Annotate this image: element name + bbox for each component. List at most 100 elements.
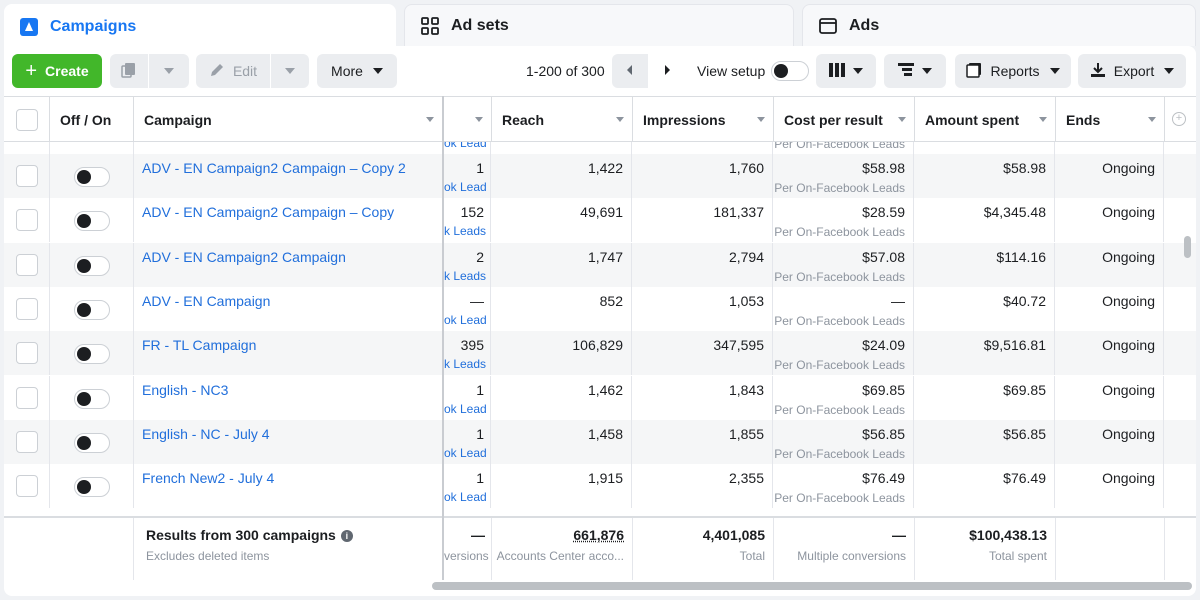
results-sub-link[interactable]: ok Lead (444, 446, 487, 460)
summary-impressions: 4,401,085 (702, 527, 765, 543)
column-header-cost-per-result[interactable]: Cost per result (774, 97, 915, 142)
campaign-toggle[interactable] (74, 167, 110, 187)
summary-cpr-cell: — Multiple conversions (774, 518, 915, 580)
reports-icon (966, 62, 982, 81)
info-icon[interactable]: i (340, 530, 353, 542)
results-sub-link[interactable]: k Leads (444, 357, 486, 371)
results-value: — (470, 292, 484, 309)
campaign-name-link[interactable]: ADV - EN Campaign2 Campaign – Copy (134, 198, 443, 242)
duplicate-button[interactable] (110, 54, 148, 88)
cost-per-result-cell: $24.09 Per On-Facebook Leads (774, 331, 914, 376)
select-all-checkbox[interactable] (15, 108, 38, 131)
results-sub-link[interactable]: k Leads (444, 269, 486, 283)
summary-reach[interactable]: 661,876 (492, 527, 624, 543)
create-button[interactable]: + Create (12, 54, 102, 88)
reach-value: 106,829 (492, 331, 632, 376)
row-checkbox[interactable] (15, 165, 38, 187)
campaign-name-link[interactable]: ADV - EN Campaign2 Campaign (134, 243, 443, 287)
summary-title: Results from 300 campaigns (146, 527, 336, 543)
chevron-down-icon (285, 68, 295, 74)
campaign-toggle[interactable] (74, 299, 110, 320)
row-checkbox[interactable] (15, 297, 38, 320)
toggle-knob (77, 258, 91, 273)
results-value: 1 (476, 160, 484, 176)
campaign-toggle[interactable] (74, 432, 110, 453)
campaign-toggle[interactable] (74, 344, 110, 365)
tab-ad-sets[interactable]: Ad sets (404, 4, 794, 46)
campaign-name-link[interactable]: English - NC3 (134, 376, 443, 420)
results-value: 395 (460, 337, 484, 354)
impressions-value: 181,337 (633, 198, 773, 243)
results-sub-link[interactable]: ok Lead (444, 402, 487, 416)
campaign-toggle[interactable] (74, 255, 110, 276)
campaign-toggle[interactable] (74, 388, 110, 409)
column-header-label: Ends (1066, 111, 1101, 128)
campaign-name-link[interactable]: English - NC - July 4 (134, 420, 443, 464)
cost-per-result-cell: $58.98 Per On-Facebook Leads (774, 154, 914, 198)
cpr-sub-label: Per On-Facebook Leads (774, 358, 905, 373)
reports-button[interactable]: Reports (955, 54, 1071, 88)
columns-button[interactable] (816, 54, 876, 88)
edit-button[interactable]: Edit (196, 54, 270, 88)
cpr-value: $56.85 (862, 425, 905, 442)
table-row: English - NC3 1 ok Lead 1,462 1,843 $69.85 Per… (4, 375, 1196, 420)
edit-dropdown-button[interactable] (271, 54, 309, 88)
results-cell: 1 ok Lead (444, 464, 491, 509)
reach-value: 1,458 (492, 419, 632, 464)
campaign-name-link[interactable]: ADV - EN Campaign2 Campaign – Copy 2 (134, 154, 443, 198)
campaign-name-link[interactable]: French New2 - July 4 (134, 464, 443, 508)
row-checkbox[interactable] (15, 475, 38, 498)
summary-cpr-sub: Multiple conversions (797, 549, 906, 563)
duplicate-dropdown-button[interactable] (149, 54, 189, 88)
impressions-value: 347,595 (633, 331, 773, 376)
reach-value: 1,747 (492, 242, 632, 287)
results-sub-link[interactable]: ok Lead (444, 313, 487, 327)
chevron-down-icon (757, 117, 765, 122)
previous-page-button[interactable] (612, 54, 648, 88)
amount-spent-value: $56.85 (915, 419, 1055, 464)
chevron-down-icon (616, 117, 624, 122)
tab-campaigns[interactable]: Campaigns (4, 4, 396, 50)
results-value: 2 (476, 248, 484, 265)
view-setup-toggle[interactable] (771, 61, 809, 81)
toggle-knob (77, 435, 91, 450)
results-value: 1 (476, 425, 484, 442)
column-header-off-on[interactable]: Off / On (50, 97, 134, 142)
reports-label: Reports (990, 63, 1040, 79)
row-checkbox[interactable] (15, 430, 38, 453)
more-button[interactable]: More (317, 54, 397, 88)
column-header-results[interactable] (444, 97, 492, 142)
campaign-toggle[interactable] (74, 477, 110, 498)
grid-icon (419, 15, 441, 37)
vertical-scrollbar[interactable] (1184, 236, 1191, 258)
next-page-button[interactable] (649, 54, 685, 88)
impressions-value: 1,053 (633, 286, 773, 331)
campaign-toggle[interactable] (74, 211, 110, 232)
campaign-name-link[interactable]: ADV - EN Campaign (134, 287, 443, 331)
export-button[interactable]: Export (1078, 54, 1186, 88)
row-checkbox[interactable] (15, 342, 38, 365)
toggle-knob (77, 480, 91, 495)
column-header-amount-spent[interactable]: Amount spent (915, 97, 1056, 142)
row-checkbox[interactable] (15, 253, 38, 276)
results-sub-link[interactable]: ok Lead (444, 490, 487, 504)
ends-value: Ongoing (1056, 286, 1164, 331)
row-checkbox[interactable] (15, 209, 38, 232)
results-sub-link[interactable]: ok Lead (444, 180, 487, 194)
tab-ads[interactable]: Ads (802, 4, 1196, 46)
column-header-ends[interactable]: Ends (1056, 97, 1165, 142)
campaign-name-link[interactable]: FR - TL Campaign (134, 331, 443, 375)
column-header-impressions[interactable]: Impressions (633, 97, 774, 142)
row-checkbox[interactable] (15, 386, 38, 409)
chevron-down-icon (372, 68, 383, 74)
column-header-reach[interactable]: Reach (492, 97, 633, 142)
breakdown-button[interactable] (884, 54, 946, 88)
horizontal-scrollbar[interactable] (432, 582, 1192, 590)
ends-value: Ongoing (1056, 198, 1164, 243)
chevron-down-icon (1049, 68, 1060, 74)
column-header-campaign[interactable]: Campaign (134, 97, 443, 142)
results-sub-link[interactable]: k Leads (444, 224, 486, 238)
column-header-label: Impressions (643, 111, 726, 128)
toggle-knob (77, 214, 91, 229)
add-column-icon[interactable]: + (1172, 112, 1186, 126)
